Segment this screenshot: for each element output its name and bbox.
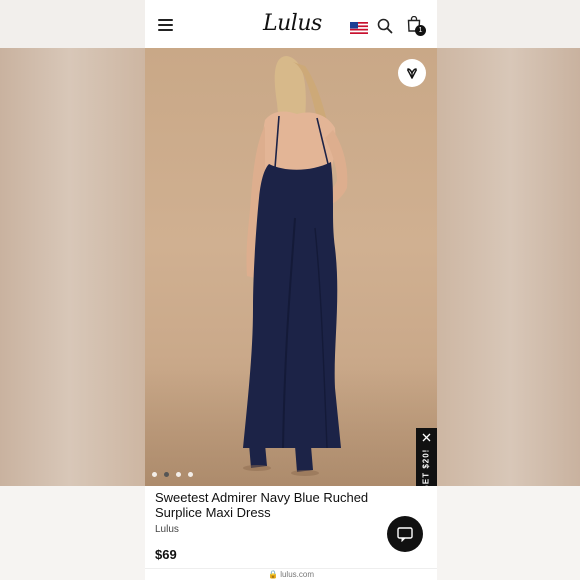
menu-icon[interactable] — [158, 19, 173, 31]
chat-button[interactable] — [387, 516, 423, 552]
model-photo — [243, 56, 348, 476]
heart-icon — [406, 68, 418, 79]
promo-label: GET $20! — [421, 448, 431, 492]
lock-icon: 🔒 — [268, 570, 281, 579]
product-price: $69 — [155, 547, 177, 562]
chat-icon — [397, 526, 413, 542]
gallery-dot-1[interactable] — [152, 472, 157, 477]
product-title: Sweetest Admirer Navy Blue Ruched Surpli… — [155, 490, 369, 520]
cart-count-badge: 1 — [415, 25, 426, 36]
close-icon[interactable] — [422, 433, 431, 442]
shopping-bag-icon[interactable]: 1 — [407, 15, 426, 36]
site-header: Lulus 1 — [145, 0, 437, 48]
us-flag-icon[interactable] — [350, 22, 368, 34]
lulus-logo[interactable]: Lulus — [263, 10, 322, 38]
address-bar[interactable]: 🔒 lulus.com — [145, 568, 437, 580]
gallery-dot-3[interactable] — [176, 472, 181, 477]
wishlist-button[interactable] — [398, 59, 426, 87]
search-icon[interactable] — [377, 18, 393, 34]
product-image[interactable] — [145, 48, 437, 486]
gallery-dot-2[interactable] — [164, 472, 169, 477]
gallery-pagination — [152, 472, 193, 478]
product-info: Sweetest Admirer Navy Blue Ruched Surpli… — [145, 486, 437, 580]
phone-screen: Lulus 1 GET $20! Sweetest Admirer Navy B… — [145, 0, 437, 580]
product-brand[interactable]: Lulus — [155, 524, 179, 535]
address-url: lulus.com — [280, 570, 314, 579]
gallery-dot-4[interactable] — [188, 472, 193, 477]
